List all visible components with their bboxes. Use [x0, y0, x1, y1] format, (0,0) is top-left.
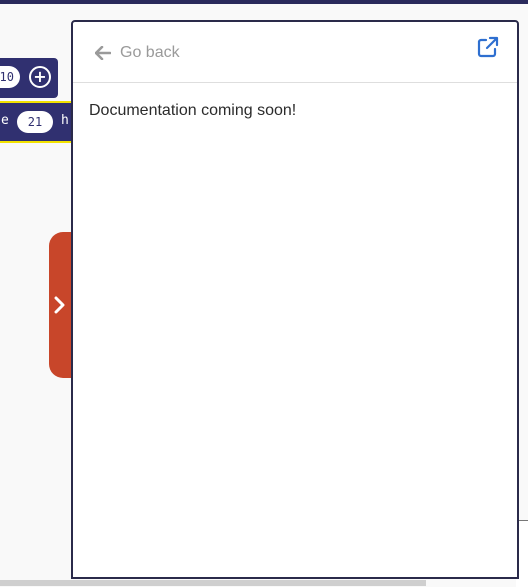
- horizontal-scrollbar[interactable]: [0, 580, 426, 586]
- documentation-panel: Go back Documentation coming soon!: [71, 20, 519, 579]
- doc-panel-header: Go back: [73, 22, 517, 83]
- number-input[interactable]: 21: [17, 111, 53, 133]
- chevron-right-icon: [54, 296, 65, 314]
- workspace-block-top[interactable]: 10 +: [0, 58, 58, 98]
- workspace-block-selected[interactable]: e 21 h: [0, 101, 80, 143]
- go-back-button[interactable]: Go back: [95, 44, 180, 62]
- arrow-left-icon: [95, 46, 111, 60]
- external-link-icon[interactable]: [477, 36, 499, 58]
- plus-circle-icon[interactable]: +: [29, 66, 51, 88]
- go-back-label: Go back: [120, 44, 180, 61]
- doc-message: Documentation coming soon!: [89, 102, 297, 119]
- top-toolbar-edge: [0, 0, 528, 4]
- block-text-fragment: e: [1, 113, 9, 128]
- number-input[interactable]: 10: [0, 66, 20, 88]
- block-text-fragment: h: [61, 113, 69, 128]
